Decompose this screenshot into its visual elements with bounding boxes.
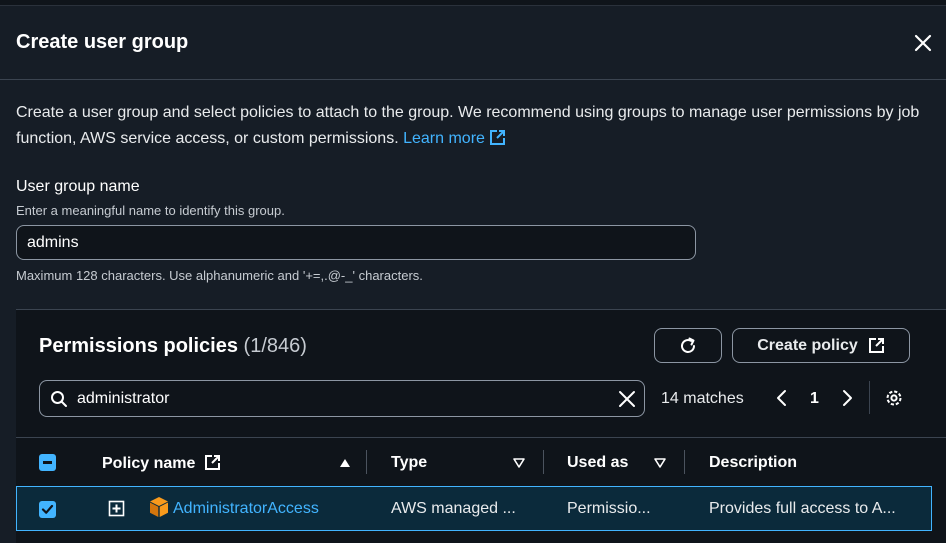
expand-icon[interactable] [108,500,125,517]
external-link-icon [204,455,220,470]
checkmark-icon [41,504,54,514]
group-name-label: User group name [16,178,140,195]
close-icon[interactable] [912,32,934,54]
column-separator [366,450,367,474]
learn-more-link[interactable]: Learn more [403,130,506,147]
create-policy-button[interactable]: Create policy [732,328,910,363]
policy-name-header-label: Policy name [102,455,196,472]
column-header-type[interactable]: Type [391,454,427,472]
external-link-icon [868,338,884,353]
group-name-hint: Enter a meaningful name to identify this… [16,203,285,218]
select-all-checkbox[interactable] [39,454,56,471]
policy-description: Provides full access to A... [709,500,896,517]
group-name-constraint: Maximum 128 characters. Use alphanumeric… [16,268,423,283]
sort-icon[interactable] [513,458,525,468]
column-separator [543,450,544,474]
row-checkbox[interactable] [39,501,56,518]
modal-title: Create user group [16,31,189,53]
column-header-used-as[interactable]: Used as [567,454,628,472]
chevron-left-icon[interactable] [775,389,789,407]
modal-header: Create user group [0,6,946,80]
clear-icon[interactable] [618,390,636,408]
group-name-input[interactable] [16,225,696,260]
policy-search-input[interactable]: administrator [39,380,645,417]
permissions-policies-panel: Permissions policies (1/846) Create poli… [16,309,946,543]
page-number[interactable]: 1 [810,390,819,408]
refresh-icon [681,337,695,353]
policy-type: AWS managed ... [391,500,516,517]
create-policy-label: Create policy [757,336,858,354]
table-row[interactable]: AdministratorAccess AWS managed ... Perm… [16,486,932,531]
search-icon [51,391,67,407]
intro-text: Create a user group and select policies … [16,100,941,152]
policy-used-as: Permissio... [567,500,651,517]
search-value: administrator [77,390,170,407]
toolbar-divider [869,381,870,414]
policies-title: Permissions policies (1/846) [39,335,307,358]
table-header: Policy name Type Used as Description [16,437,946,486]
sort-ascending-icon[interactable] [339,458,351,468]
column-header-policy-name[interactable]: Policy name [102,454,221,473]
package-icon [150,497,168,517]
external-link-icon [489,130,505,145]
policy-name-link[interactable]: AdministratorAccess [173,500,319,518]
settings-icon[interactable] [884,388,904,408]
refresh-button[interactable] [654,328,722,363]
policies-count: (1/846) [243,335,307,357]
column-separator [684,450,685,474]
sort-icon[interactable] [654,458,666,468]
chevron-right-icon[interactable] [840,389,854,407]
policies-title-text: Permissions policies [39,335,238,357]
column-header-description[interactable]: Description [709,454,797,472]
matches-count: 14 matches [661,390,744,407]
learn-more-label: Learn more [403,130,485,147]
